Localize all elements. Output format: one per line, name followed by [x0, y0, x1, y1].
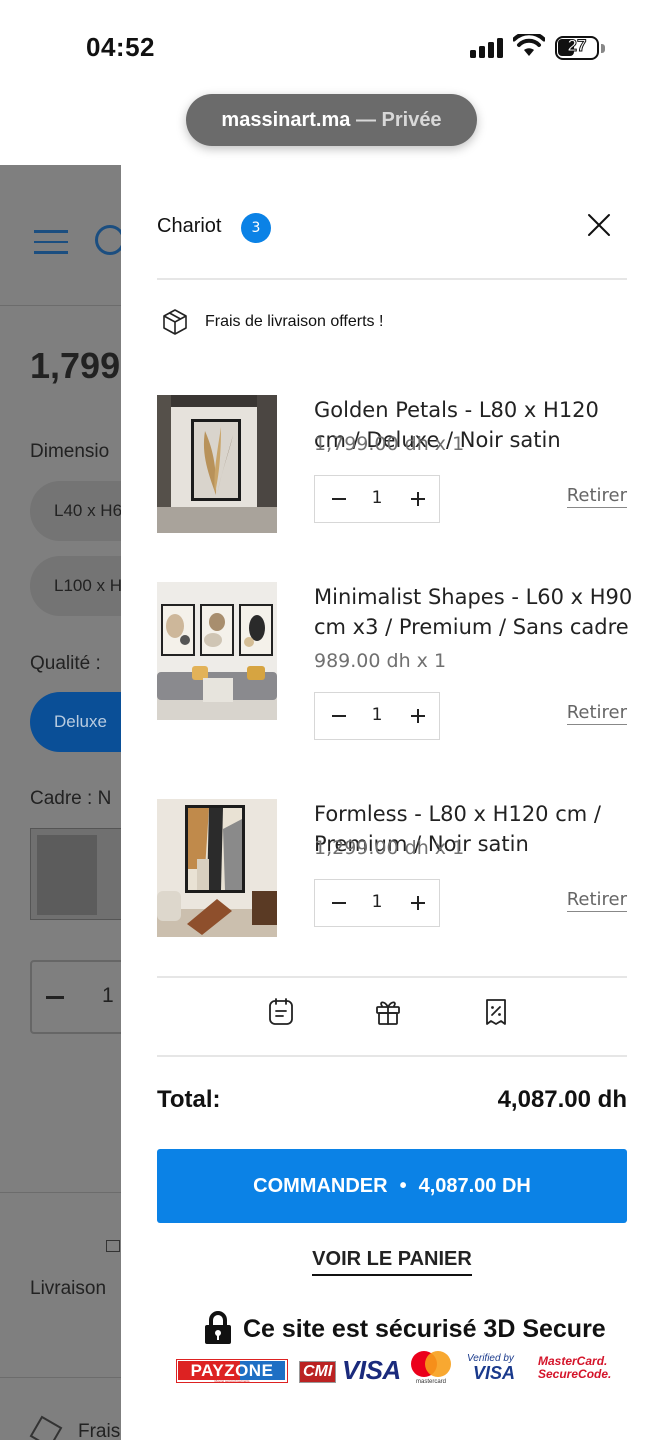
remove-item-link[interactable]: Retirer	[566, 485, 627, 508]
cart-item-price: 989.00 dh x 1	[314, 650, 447, 672]
battery-level: 27	[567, 36, 587, 56]
product-thumbnail-formless[interactable]	[157, 799, 277, 937]
bg-frame-swatch	[30, 828, 121, 920]
battery-icon: 27	[555, 36, 599, 60]
search-icon	[95, 225, 121, 255]
verified-visa-text: VISA	[473, 1363, 516, 1383]
header-divider	[157, 278, 627, 280]
bg-quantity-stepper: 1	[30, 960, 121, 1034]
box-icon	[29, 1415, 63, 1440]
cart-item-price: 1,299.00 dh x 1	[314, 837, 465, 859]
cart-item: Minimalist Shapes - L60 x H90 cm x3 / Pr…	[157, 552, 632, 752]
mastercard-text: mastercard	[415, 1379, 446, 1385]
cmi-logo: CMI	[299, 1361, 337, 1383]
shipping-note: Frais de livraison offerts !	[205, 313, 384, 330]
battery-tip	[601, 44, 605, 53]
remove-item-link[interactable]: Retirer	[566, 889, 627, 912]
secure-text: Ce site est sécurisé 3D Secure	[243, 1315, 606, 1343]
bg-dimension-chip: L40 x H6	[30, 481, 121, 541]
header-divider	[0, 305, 121, 306]
status-time: 04:52	[86, 32, 155, 62]
cart-drawer: Chariot 3 Frais de livraison offerts ! G…	[121, 165, 663, 1440]
bg-product-price: 1,799.	[30, 345, 121, 386]
checkout-label: COMMANDER	[253, 1175, 388, 1197]
checkout-button[interactable]: COMMANDER • 4,087.00 DH	[157, 1149, 627, 1223]
quantity-stepper: 1	[314, 475, 440, 523]
background-page-overlay[interactable]: 1,799. Dimensio L40 x H6 L100 x H Qualit…	[0, 165, 121, 1440]
cart-items-list[interactable]: Golden Petals - L80 x H120 cm / Deluxe /…	[121, 365, 663, 951]
url-domain: massinart.ma	[221, 109, 351, 131]
total-label: Total:	[157, 1086, 221, 1113]
bg-dimension-label: Dimensio	[30, 441, 110, 462]
package-icon	[163, 309, 187, 335]
truck-icon	[106, 1240, 120, 1252]
verified-by-visa-logo: Verified by VISA	[467, 1353, 525, 1389]
quantity-stepper: 1	[314, 879, 440, 927]
bg-free-label: Frais	[78, 1421, 121, 1440]
view-cart-row: VOIR LE PANIER	[121, 1248, 663, 1276]
lock-icon	[205, 1311, 231, 1344]
close-icon[interactable]	[587, 213, 611, 237]
menu-icon	[34, 230, 68, 262]
cart-item-price: 1,799.00 dh x 1	[314, 433, 465, 455]
quantity-stepper: 1	[314, 692, 440, 740]
private-mode-label: — Privée	[355, 109, 442, 131]
bg-divider	[0, 1377, 121, 1378]
mastercard-securecode-logo: MasterCard. SecureCode.	[538, 1355, 611, 1381]
status-bar: 04:52 27 massinart.ma — Privée	[0, 0, 663, 165]
payzone-logo: PAYZONE Moving secured payments	[176, 1359, 288, 1383]
discount-icon[interactable]	[482, 997, 510, 1027]
bg-quality-chip: Deluxe	[30, 692, 121, 752]
bg-quality-label: Qualité :	[30, 653, 101, 674]
product-thumbnail-golden-petals[interactable]	[157, 395, 277, 533]
bg-delivery-label: Livraison	[30, 1278, 107, 1299]
items-divider	[157, 976, 627, 978]
product-thumbnail-minimalist-shapes[interactable]	[157, 582, 277, 720]
visa-logo: VISA	[342, 1355, 401, 1385]
cart-item-name[interactable]: Minimalist Shapes - L60 x H90 cm x3 / Pr…	[314, 582, 634, 642]
cart-item: Formless - L80 x H120 cm / Premium / Noi…	[157, 769, 627, 951]
bg-qty-value: 1	[102, 984, 114, 1007]
checkout-amount: 4,087.00 DH	[418, 1175, 531, 1197]
tools-divider	[157, 1055, 627, 1057]
cellular-signal-icon	[470, 38, 504, 58]
view-cart-link[interactable]: VOIR LE PANIER	[312, 1248, 472, 1276]
note-icon[interactable]	[267, 997, 295, 1027]
increase-button[interactable]	[411, 492, 425, 506]
payzone-tagline: Moving secured payments	[214, 1379, 250, 1383]
total-value: 4,087.00 dh	[497, 1086, 627, 1113]
cart-title: Chariot	[157, 215, 222, 237]
cart-item: Golden Petals - L80 x H120 cm / Deluxe /…	[157, 365, 627, 565]
gift-icon[interactable]	[374, 997, 402, 1027]
payzone-text: PAYZONE	[190, 1361, 274, 1380]
bg-frame-label: Cadre : N	[30, 788, 112, 809]
remove-item-link[interactable]: Retirer	[566, 702, 627, 725]
mc-securecode-line2: SecureCode.	[538, 1367, 612, 1381]
bg-dimension-chip: L100 x H	[30, 556, 121, 616]
wifi-icon	[513, 34, 545, 56]
url-bar[interactable]: massinart.ma — Privée	[186, 94, 477, 146]
payment-logos: PAYZONE Moving secured payments CMI VISA…	[176, 1351, 626, 1391]
mastercard-logo: mastercard	[408, 1351, 454, 1391]
cart-count-badge: 3	[241, 213, 271, 243]
increase-button[interactable]	[411, 709, 425, 723]
bg-divider	[0, 1192, 121, 1193]
increase-button[interactable]	[411, 896, 425, 910]
